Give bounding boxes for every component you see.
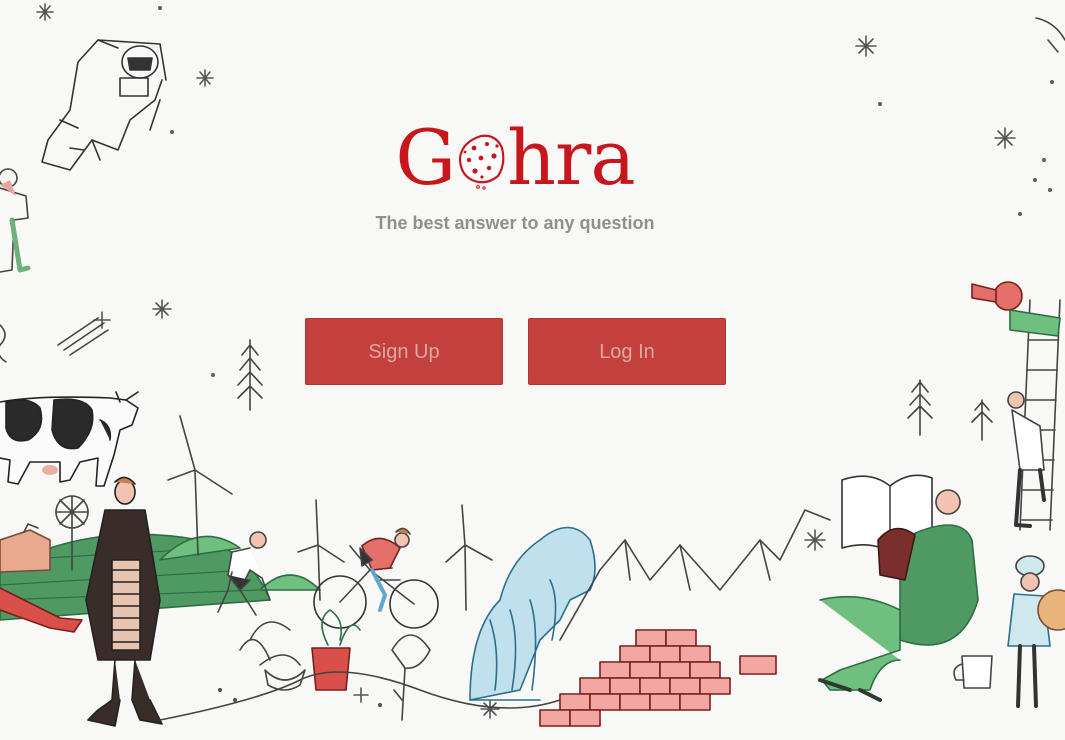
sign-up-button[interactable]: Sign Up [305,318,503,385]
logo-text-suffix: hra [507,113,636,202]
scribble-icon [0,324,7,363]
chef-icon [1007,555,1065,708]
leaf-icon [1035,17,1065,53]
cookie-icon [456,124,506,190]
logo-text-prefix: G [395,113,456,202]
cow-icon [0,391,139,487]
cyclist-icon [313,527,439,629]
reading-person-icon [818,474,979,702]
logo: G hra [0,118,1030,198]
plant-icon [239,609,431,721]
wave-icon [469,526,596,701]
brick-wall-icon [539,629,777,727]
mountain-icon [559,509,831,641]
log-in-button[interactable]: Log In [528,318,726,385]
woman-coat-icon [85,476,163,727]
shooting-star-icon [57,317,109,356]
barn-icon [0,523,51,573]
mug-icon [953,655,993,689]
tagline: The best answer to any question [375,213,655,233]
